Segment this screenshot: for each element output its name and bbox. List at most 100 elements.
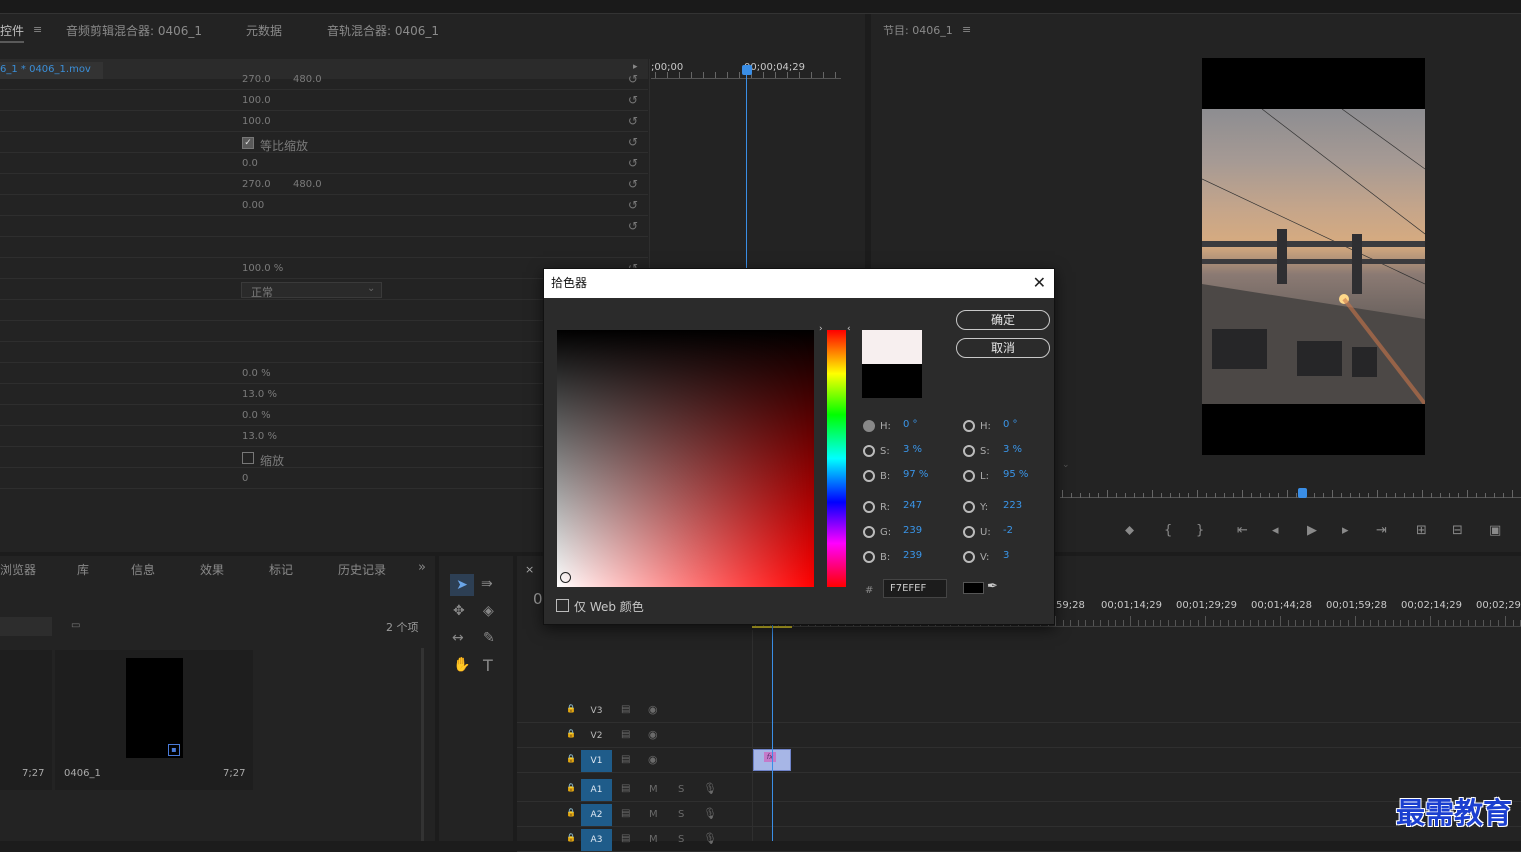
microphone-icon[interactable]: 🎙 xyxy=(703,832,717,845)
project-tab[interactable]: 标记 xyxy=(269,561,293,578)
step-forward-icon[interactable]: ▸ xyxy=(1342,523,1349,538)
radio-hsl-h[interactable] xyxy=(963,420,975,432)
color-field-marker[interactable] xyxy=(560,572,571,583)
track-label[interactable]: V3 xyxy=(581,700,612,722)
hand-tool-icon[interactable]: ✋ xyxy=(453,657,470,673)
radio-s[interactable] xyxy=(863,445,875,457)
color-field[interactable] xyxy=(557,330,814,587)
hue-slider-right-arrow[interactable]: ‹ xyxy=(847,324,851,334)
mark-in-icon[interactable]: { xyxy=(1164,523,1172,538)
close-timeline-icon[interactable]: × xyxy=(525,563,534,576)
eye-icon[interactable]: ◉ xyxy=(648,703,658,716)
project-scrollbar[interactable] xyxy=(421,648,424,841)
timeline-current-time[interactable]: 0 xyxy=(533,590,543,608)
reset-icon[interactable]: ↺ xyxy=(628,156,638,170)
type-tool-icon[interactable]: T xyxy=(483,656,493,675)
slip-tool-icon[interactable]: ↔ xyxy=(452,630,464,646)
value-hsl-l[interactable]: 95 % xyxy=(1003,469,1028,480)
radio-h[interactable] xyxy=(863,420,875,432)
track-label[interactable]: A3 xyxy=(581,829,612,851)
close-icon[interactable]: ✕ xyxy=(1033,273,1046,292)
project-tab[interactable]: 历史记录 xyxy=(338,561,386,578)
add-marker-icon[interactable]: ⬥ xyxy=(1125,523,1134,538)
tab-metadata[interactable]: 元数据 xyxy=(246,22,282,39)
eyedropper-icon[interactable]: ✒ xyxy=(987,579,998,594)
cancel-button[interactable]: 取消 xyxy=(956,338,1050,358)
play-icon[interactable]: ▶ xyxy=(1307,523,1317,538)
new-search-bin-icon[interactable]: ▭ xyxy=(71,620,80,631)
project-tab[interactable]: 信息 xyxy=(131,561,155,578)
track-label[interactable]: V2 xyxy=(581,725,612,747)
effect-value[interactable]: 0.0 % xyxy=(242,410,271,421)
value-u[interactable]: -2 xyxy=(1003,525,1013,536)
project-item-2[interactable]: ▪ 0406_1 7;27 xyxy=(55,650,253,790)
radio-hsl-s[interactable] xyxy=(963,445,975,457)
project-tab[interactable]: 库 xyxy=(77,561,89,578)
radio-v[interactable] xyxy=(963,551,975,563)
effect-value-2[interactable]: 480.0 xyxy=(293,74,322,85)
reset-icon[interactable]: ↺ xyxy=(628,135,638,149)
project-tab[interactable]: 浏览器 xyxy=(0,561,36,578)
tab-audio-clip-mixer[interactable]: 音频剪辑混合器: 0406_1 xyxy=(66,22,202,39)
project-search-field[interactable] xyxy=(0,617,52,636)
menu-icon[interactable]: ≡ xyxy=(962,23,971,36)
track-label[interactable]: A2 xyxy=(581,804,612,826)
effect-value[interactable]: 0 xyxy=(242,473,248,484)
mute-button[interactable]: M xyxy=(649,834,658,845)
lock-icon[interactable]: 🔒 xyxy=(566,754,576,763)
effect-value[interactable]: 100.0 % xyxy=(242,263,283,274)
sync-lock-icon[interactable]: ▤ xyxy=(621,704,630,715)
track-label[interactable]: V1 xyxy=(581,750,612,772)
radio-y[interactable] xyxy=(963,501,975,513)
lock-icon[interactable]: 🔒 xyxy=(566,729,576,738)
tab-effect-controls[interactable]: 控件 xyxy=(0,22,25,43)
program-zoom-dropdown[interactable]: ⌄ xyxy=(1062,460,1078,474)
value-v[interactable]: 3 xyxy=(1003,550,1009,561)
export-frame-icon[interactable]: ▣ xyxy=(1489,523,1501,538)
effect-value-2[interactable]: 480.0 xyxy=(293,179,322,190)
sync-lock-icon[interactable]: ▤ xyxy=(621,729,630,740)
effect-value[interactable]: 0.0 xyxy=(242,158,258,169)
reset-icon[interactable]: ↺ xyxy=(628,177,638,191)
lift-icon[interactable]: ⊞ xyxy=(1416,523,1427,538)
selection-tool-icon[interactable]: ➤ xyxy=(450,574,474,596)
effect-value[interactable]: 270.0 xyxy=(242,179,271,190)
effect-value[interactable]: 缩放 xyxy=(260,452,284,469)
sync-lock-icon[interactable]: ▤ xyxy=(621,783,630,794)
timeline-playhead-line[interactable] xyxy=(772,625,773,841)
effect-value[interactable]: 0.0 % xyxy=(242,368,271,379)
value-rgb-b[interactable]: 239 xyxy=(903,550,922,561)
value-h[interactable]: 0 ° xyxy=(903,419,918,430)
tab-program[interactable]: 节目: 0406_1 xyxy=(883,22,953,38)
radio-g[interactable] xyxy=(863,526,875,538)
pen-tool-icon[interactable]: ✎ xyxy=(483,630,495,646)
effect-value[interactable]: 270.0 xyxy=(242,74,271,85)
menu-icon[interactable]: ≡ xyxy=(33,23,42,36)
track-label[interactable]: A1 xyxy=(581,779,612,801)
hue-slider-left-arrow[interactable]: › xyxy=(819,324,823,334)
value-hsl-s[interactable]: 3 % xyxy=(1003,444,1022,455)
eye-icon[interactable]: ◉ xyxy=(648,753,658,766)
value-s[interactable]: 3 % xyxy=(903,444,922,455)
mute-button[interactable]: M xyxy=(649,784,658,795)
mini-playhead-line[interactable] xyxy=(746,72,747,272)
go-to-in-icon[interactable]: ⇤ xyxy=(1237,523,1248,538)
sync-lock-icon[interactable]: ▤ xyxy=(621,808,630,819)
mark-out-icon[interactable]: } xyxy=(1196,523,1204,538)
effect-value[interactable]: 正常 xyxy=(251,284,273,300)
solo-button[interactable]: S xyxy=(678,809,684,820)
mute-button[interactable]: M xyxy=(649,809,658,820)
reset-icon[interactable]: ↺ xyxy=(628,219,638,233)
go-to-out-icon[interactable]: ⇥ xyxy=(1376,523,1387,538)
program-playhead[interactable] xyxy=(1298,488,1307,498)
effect-checkbox[interactable] xyxy=(242,452,254,464)
tab-audio-track-mixer[interactable]: 音轨混合器: 0406_1 xyxy=(327,22,439,39)
solo-button[interactable]: S xyxy=(678,834,684,845)
old-color-swatch[interactable] xyxy=(862,364,922,398)
microphone-icon[interactable]: 🎙 xyxy=(703,807,717,820)
value-r[interactable]: 247 xyxy=(903,500,922,511)
solo-button[interactable]: S xyxy=(678,784,684,795)
eye-icon[interactable]: ◉ xyxy=(648,728,658,741)
radio-b[interactable] xyxy=(863,470,875,482)
hue-slider[interactable] xyxy=(827,330,846,587)
